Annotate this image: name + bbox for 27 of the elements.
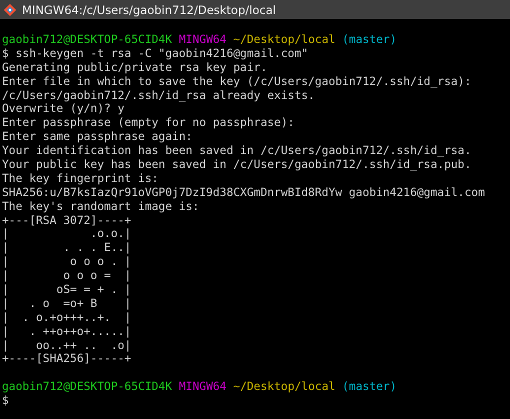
output-line: SHA256:u/B7ksIazQr91oVGP0j7DzI9d38CXGmDnrwBId8RdYw gaobin4216@gmail.com	[2, 186, 485, 200]
output-line: | oS= = + . |	[2, 283, 132, 297]
output-line: | o o o . |	[2, 255, 132, 270]
output-line: Generating public/private rsa key pair.	[2, 60, 268, 75]
output-line: Overwrite (y/n)? y	[2, 102, 126, 116]
output-line: | . ++o++o+.....|	[2, 324, 132, 339]
output-line: | . o.+o+++..+. |	[2, 310, 132, 325]
output-line: | oo..++ .. .o|	[2, 338, 132, 352]
output-line: /c/Users/gaobin712/.ssh/id_rsa already exists.	[2, 88, 316, 102]
output-line: +----[SHA256]-----+	[2, 352, 132, 366]
output-line: The key fingerprint is:	[2, 172, 160, 186]
output-line: The key's randomart image is:	[2, 200, 200, 214]
prompt-line: gaobin712@DESKTOP-65CID4K MINGW64 ~/Desktop/local (master)	[2, 33, 398, 47]
output-line: Your identification has been saved in /c/Users/gaobin712/.ssh/id_rsa.	[2, 144, 472, 158]
output-line: | . o =o+ B |	[2, 296, 132, 311]
output-line: $ ssh-keygen -t rsa -C "gaobin4216@gmail.com"	[2, 46, 310, 61]
output-line: $	[2, 394, 10, 408]
output-line: | . . . E..|	[2, 241, 132, 256]
output-line: | o o o = |	[2, 269, 132, 284]
output-line: Enter file in which to save the key (/c/Users/gaobin712/.ssh/id_rsa):	[2, 74, 472, 89]
output-line: Enter passphrase (empty for no passphrase):	[2, 116, 296, 130]
output-line: | .o.o.|	[2, 227, 132, 242]
output-line: Your public key has been saved in /c/Users/gaobin712/.ssh/id_rsa.pub.	[2, 158, 472, 172]
output-line: Enter same passphrase again:	[2, 130, 194, 144]
window-title: MINGW64:/c/Users/gaobin712/Desktop/local	[22, 2, 276, 16]
prompt-line: gaobin712@DESKTOP-65CID4K MINGW64 ~/Desktop/local (master)	[2, 380, 398, 394]
output-line: +---[RSA 3072]----+	[2, 214, 132, 228]
